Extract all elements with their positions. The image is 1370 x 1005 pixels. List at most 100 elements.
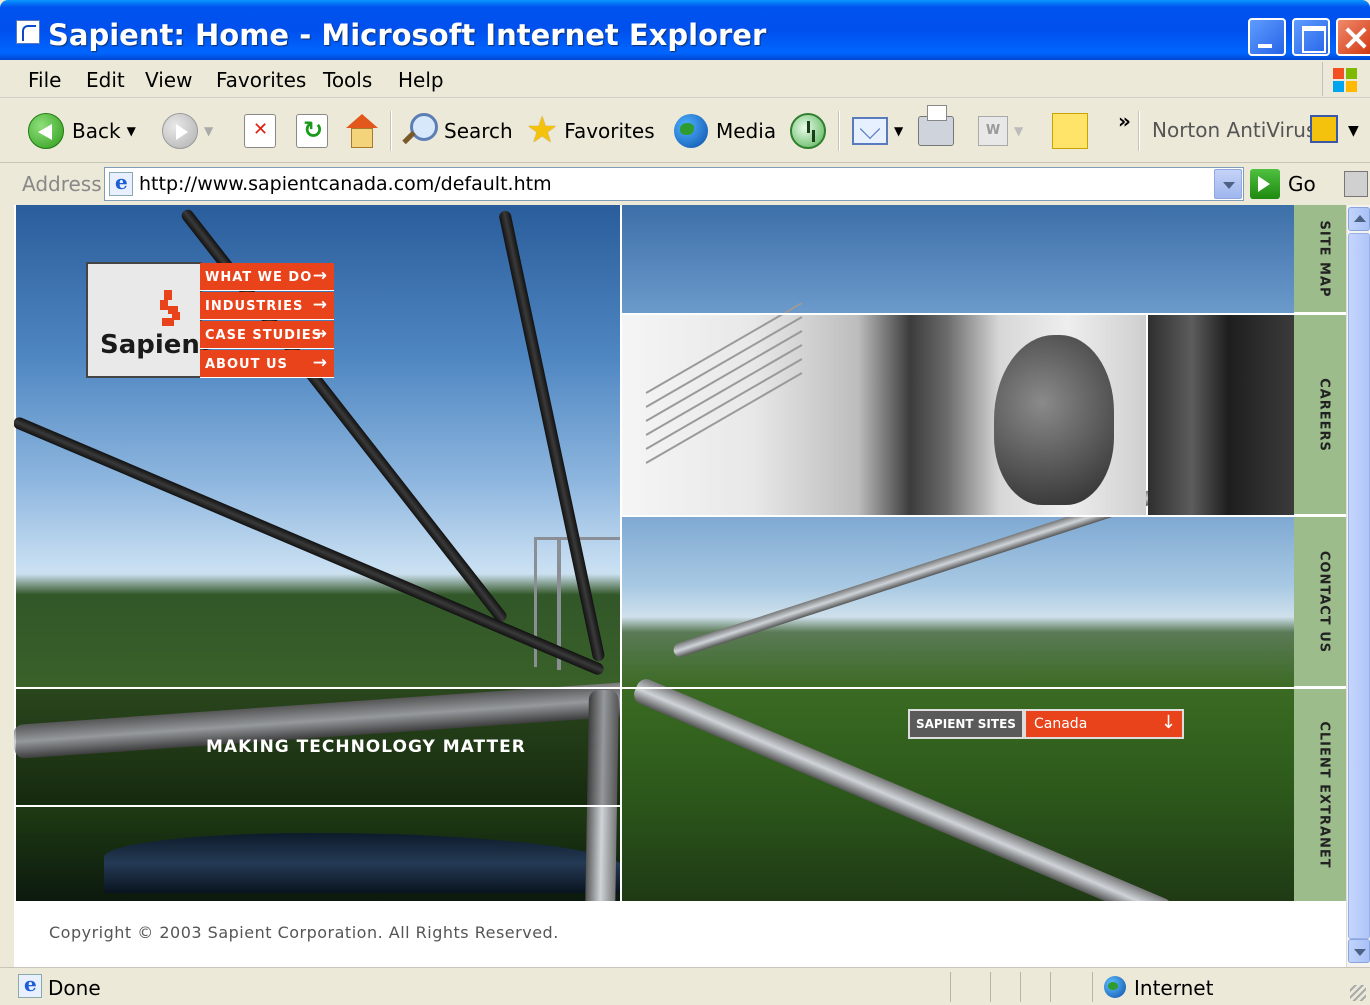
- history-icon: [790, 113, 826, 149]
- scroll-up-button[interactable]: [1348, 207, 1370, 231]
- nav-label: CASE STUDIES: [205, 328, 323, 343]
- page-viewport: Sapient WHAT WE DO → INDUSTRIES → CASE S…: [14, 205, 1346, 967]
- photo-hand: [1148, 315, 1294, 515]
- arrow-right-icon: →: [312, 324, 328, 344]
- tab-careers[interactable]: CAREERS: [1294, 315, 1346, 517]
- grid-divider: [14, 687, 1296, 689]
- norton-dropdown-icon[interactable]: ▼: [1348, 109, 1359, 153]
- menu-tools[interactable]: Tools: [323, 68, 372, 92]
- whiteboard-writing: [634, 302, 814, 505]
- ie-window-icon[interactable]: [16, 20, 40, 44]
- links-icon[interactable]: [1344, 171, 1368, 197]
- address-label: Address: [22, 172, 102, 196]
- window-title: Sapient: Home - Microsoft Internet Explo…: [48, 18, 767, 52]
- menu-view[interactable]: View: [145, 68, 192, 92]
- status-pane: [1050, 972, 1051, 1002]
- mail-icon: [852, 117, 888, 145]
- menu-favorites[interactable]: Favorites: [216, 68, 306, 92]
- forward-button[interactable]: ▼: [162, 109, 213, 153]
- mail-dropdown-icon[interactable]: ▼: [894, 124, 903, 138]
- sapient-logo[interactable]: Sapient: [86, 262, 212, 378]
- hero-image-sky: [622, 205, 1294, 313]
- sapient-logo-icon: [160, 290, 182, 326]
- grid-divider: [14, 805, 620, 807]
- tab-label: CONTACT US: [1316, 550, 1332, 653]
- address-field[interactable]: [104, 167, 1244, 201]
- search-button[interactable]: Search: [400, 109, 513, 153]
- close-button[interactable]: [1336, 18, 1370, 56]
- status-pane: [950, 972, 951, 1002]
- browser-window: Sapient: Home - Microsoft Internet Explo…: [0, 0, 1370, 1005]
- nav-label: INDUSTRIES: [205, 299, 304, 314]
- back-arrow-icon: [28, 113, 64, 149]
- windows-logo-icon: [1322, 62, 1362, 96]
- nav-what-we-do[interactable]: WHAT WE DO →: [200, 263, 334, 291]
- forward-dropdown-icon[interactable]: ▼: [204, 124, 213, 138]
- discuss-icon: [1052, 113, 1088, 149]
- address-dropdown-icon[interactable]: [1214, 169, 1242, 199]
- print-button[interactable]: [918, 105, 954, 153]
- sapient-sites-label: SAPIENT SITES: [908, 709, 1024, 739]
- sapient-sites-select[interactable]: Canada ↓: [1024, 709, 1184, 739]
- search-label: Search: [444, 119, 513, 143]
- tab-site-map[interactable]: SITE MAP: [1294, 205, 1346, 315]
- go-button[interactable]: Go: [1250, 168, 1316, 200]
- address-input[interactable]: [139, 173, 1219, 195]
- vertical-scrollbar[interactable]: [1346, 205, 1370, 967]
- standard-toolbar: Back ▼ ▼ Search ★ Favorites Media: [0, 99, 1370, 163]
- discuss-button[interactable]: [1052, 109, 1088, 153]
- mail-button[interactable]: ▼: [852, 109, 903, 153]
- grid-divider: [620, 515, 1296, 517]
- page-status-icon: [18, 972, 42, 998]
- maximize-button[interactable]: [1292, 18, 1330, 56]
- tab-label: CLIENT EXTRANET: [1316, 721, 1332, 869]
- nav-industries[interactable]: INDUSTRIES →: [200, 292, 334, 320]
- resize-grip-icon[interactable]: [1350, 985, 1366, 1001]
- norton-antivirus-label[interactable]: Norton AntiVirus: [1152, 118, 1316, 142]
- menu-help[interactable]: Help: [398, 68, 444, 92]
- page-footer: Copyright © 2003 Sapient Corporation. Al…: [14, 901, 1346, 967]
- arrow-right-icon: →: [312, 295, 328, 315]
- internet-zone-icon: [1104, 976, 1126, 998]
- home-button[interactable]: [344, 109, 378, 153]
- tagline: MAKING TECHNOLOGY MATTER: [206, 737, 526, 757]
- tab-contact-us[interactable]: CONTACT US: [1294, 517, 1346, 689]
- back-button[interactable]: Back ▼: [28, 109, 136, 153]
- nav-case-studies[interactable]: CASE STUDIES →: [200, 321, 334, 349]
- edit-icon: W: [978, 116, 1008, 146]
- nav-label: WHAT WE DO: [205, 270, 313, 285]
- status-bar: Done Internet: [0, 967, 1370, 1005]
- norton-icon[interactable]: [1310, 115, 1338, 143]
- menu-file[interactable]: File: [28, 68, 61, 92]
- home-icon: [344, 114, 378, 148]
- favorites-button[interactable]: ★ Favorites: [526, 109, 655, 153]
- edit-dropdown-icon[interactable]: ▼: [1014, 124, 1023, 138]
- minimize-button[interactable]: [1248, 18, 1286, 56]
- menu-edit[interactable]: Edit: [86, 68, 125, 92]
- arrow-right-icon: →: [312, 266, 328, 286]
- toolbar-overflow-button[interactable]: »: [1118, 99, 1131, 143]
- history-button[interactable]: [790, 109, 826, 153]
- menu-bar: File Edit View Favorites Tools Help: [0, 60, 1370, 98]
- scroll-down-button[interactable]: [1348, 939, 1370, 963]
- status-text: Done: [48, 976, 101, 1000]
- stop-button[interactable]: [244, 109, 276, 153]
- nav-about-us[interactable]: ABOUT US →: [200, 350, 334, 378]
- tab-label: CAREERS: [1316, 377, 1332, 452]
- sites-selected-value: Canada: [1034, 716, 1088, 732]
- refresh-button[interactable]: [296, 109, 328, 153]
- media-button[interactable]: Media: [674, 109, 776, 153]
- search-icon: [400, 113, 438, 149]
- go-arrow-icon: [1250, 169, 1280, 199]
- status-pane: [1020, 972, 1021, 1002]
- logo-text: Sapient: [100, 330, 213, 360]
- security-zone-text: Internet: [1134, 976, 1214, 1000]
- back-dropdown-icon[interactable]: ▼: [127, 124, 136, 138]
- forward-arrow-icon: [162, 113, 198, 149]
- refresh-icon: [296, 114, 328, 148]
- scroll-thumb[interactable]: [1348, 233, 1370, 939]
- edit-button[interactable]: W ▼: [978, 109, 1023, 153]
- photo-face: [994, 335, 1114, 505]
- tab-client-extranet[interactable]: CLIENT EXTRANET: [1294, 689, 1346, 901]
- nav-label: ABOUT US: [205, 357, 288, 372]
